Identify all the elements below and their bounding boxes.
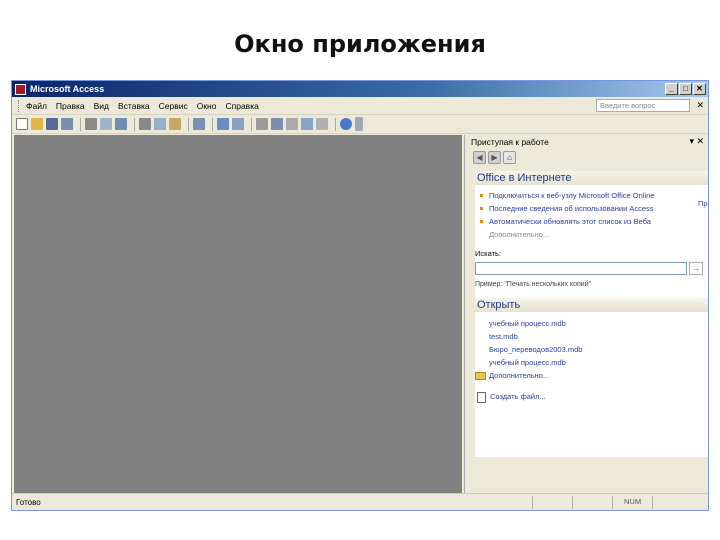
print-icon[interactable] <box>85 118 97 130</box>
status-ready: Готово <box>16 497 41 507</box>
toolbar-options-icon[interactable] <box>355 117 363 131</box>
office-search-input[interactable] <box>475 261 687 275</box>
help-icon[interactable] <box>340 118 352 130</box>
home-icon[interactable]: ⌂ <box>503 151 516 164</box>
bullet-icon <box>480 220 483 223</box>
new-object-icon[interactable] <box>316 118 328 130</box>
slide-title: Окно приложения <box>234 30 486 58</box>
help-search-input[interactable]: Введите вопрос <box>596 99 690 112</box>
menu-help[interactable]: Справка <box>225 101 258 111</box>
save-icon[interactable] <box>46 118 58 130</box>
access-window: Microsoft Access _ □ ✕ Файл Правка Вид В… <box>11 80 709 511</box>
online-link[interactable]: Подключиться к веб-узлу Microsoft Office… <box>475 189 708 202</box>
task-pane: Приступая к работе ▾ ✕ ◀ ▶ ⌂ Office в Ин… <box>464 135 708 493</box>
search-label: Искать: <box>475 249 502 258</box>
toolbar-separator <box>80 117 81 131</box>
forward-icon[interactable]: ▶ <box>488 151 501 164</box>
file-search-icon[interactable] <box>61 118 73 130</box>
toolbar-separator <box>251 117 252 131</box>
open-icon[interactable] <box>31 118 43 130</box>
task-pane-nav: ◀ ▶ ⌂ <box>465 149 708 166</box>
online-more-link[interactable]: Дополнительно... <box>475 228 708 242</box>
recent-file[interactable]: test.mdb <box>475 330 708 343</box>
online-section-title: Office в Интернете <box>475 171 708 185</box>
properties-icon[interactable] <box>286 118 298 130</box>
print-preview-icon[interactable] <box>100 118 112 130</box>
maximize-button[interactable]: □ <box>679 83 692 95</box>
open-section-title: Открыть <box>475 298 708 312</box>
status-divider <box>532 496 533 509</box>
menu-view[interactable]: Вид <box>94 101 109 111</box>
new-document-icon <box>477 391 486 403</box>
title-bar[interactable]: Microsoft Access _ □ ✕ <box>12 81 708 97</box>
toolbar-separator <box>212 117 213 131</box>
bullet-icon <box>480 194 483 197</box>
code-icon[interactable] <box>256 118 268 130</box>
menu-tools[interactable]: Сервис <box>159 101 188 111</box>
menu-window[interactable]: Окно <box>197 101 217 111</box>
access-app-icon <box>15 83 26 95</box>
status-divider <box>572 496 573 509</box>
menu-insert[interactable]: Вставка <box>118 101 150 111</box>
copy-icon[interactable] <box>154 118 166 130</box>
spelling-icon[interactable] <box>115 118 127 130</box>
recent-file[interactable]: учебный процесс.mdb <box>475 356 708 369</box>
menubar-grip[interactable] <box>18 99 21 112</box>
undo-icon[interactable] <box>193 118 205 130</box>
status-num: NUM <box>624 497 642 506</box>
toolbar-separator <box>335 117 336 131</box>
menu-close-icon[interactable]: ✕ <box>696 100 704 111</box>
recent-file[interactable]: учебный процесс.mdb <box>475 317 708 330</box>
online-link[interactable]: Последние сведения об использовании Acce… <box>475 202 708 215</box>
task-pane-controls[interactable]: ▾ ✕ <box>689 136 704 147</box>
close-button[interactable]: ✕ <box>693 83 706 95</box>
window-title: Microsoft Access <box>30 84 105 94</box>
analyze-icon[interactable] <box>232 118 244 130</box>
relationships-icon[interactable] <box>301 118 313 130</box>
online-link[interactable]: Автоматически обновлять этот список из В… <box>475 215 708 228</box>
toolbar-separator <box>134 117 135 131</box>
menu-file[interactable]: Файл <box>26 101 47 111</box>
status-divider <box>652 496 653 509</box>
create-file-link[interactable]: Создать файл... <box>475 390 708 404</box>
minimize-button[interactable]: _ <box>665 83 678 95</box>
back-icon[interactable]: ◀ <box>473 151 486 164</box>
menu-bar: Файл Правка Вид Вставка Сервис Окно Спра… <box>12 97 708 115</box>
open-more-link[interactable]: Дополнительно... <box>475 369 708 382</box>
status-divider <box>612 496 613 509</box>
task-pane-title[interactable]: Приступая к работе <box>471 137 549 147</box>
cut-icon[interactable] <box>139 118 151 130</box>
standard-toolbar <box>12 115 708 134</box>
bullet-icon <box>480 207 483 210</box>
task-pane-body: Office в Интернете Подключиться к веб-уз… <box>475 171 708 457</box>
search-go-button[interactable]: → <box>689 261 703 275</box>
recent-file[interactable]: Бюро_переводов2003.mdb <box>475 343 708 356</box>
toolbar-separator <box>188 117 189 131</box>
script-icon[interactable] <box>271 118 283 130</box>
folder-icon <box>475 371 486 380</box>
status-bar: Готово NUM <box>12 493 708 510</box>
paste-icon[interactable] <box>169 118 181 130</box>
search-example: Пример: "Печать нескольких копий" <box>475 281 592 288</box>
database-workspace[interactable] <box>14 135 462 493</box>
new-icon[interactable] <box>16 118 28 130</box>
pane-overflow-text: Про <box>698 199 708 208</box>
menu-edit[interactable]: Правка <box>56 101 85 111</box>
office-links-icon[interactable] <box>217 118 229 130</box>
task-pane-header: Приступая к работе ▾ ✕ <box>465 135 708 149</box>
